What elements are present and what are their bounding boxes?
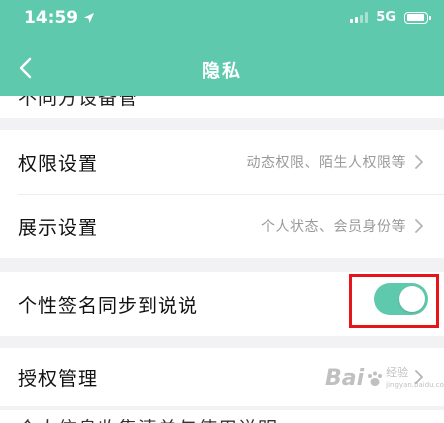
chevron-right-icon xyxy=(415,370,423,384)
nav-header: 14:59 5G 隐私 xyxy=(0,0,444,96)
auth-group: 授权管理 xyxy=(0,348,444,406)
partial-list-item-bottom-label: 个人信息收集清单与使用说明 xyxy=(18,414,278,423)
status-time: 14:59 xyxy=(24,8,79,28)
authorization-management-label: 授权管理 xyxy=(18,367,99,390)
chevron-right-icon xyxy=(415,219,423,233)
toggle-highlight-annotation xyxy=(349,274,439,328)
page-title: 隐私 xyxy=(202,61,242,82)
partial-list-item-top[interactable]: 不同方设备管 xyxy=(0,96,444,118)
permission-settings-value: 动态权限、陌生人权限等 xyxy=(246,155,406,171)
status-indicators: 5G xyxy=(350,10,431,25)
network-label: 5G xyxy=(376,10,396,25)
permission-settings-row[interactable]: 权限设置 动态权限、陌生人权限等 xyxy=(0,130,444,194)
display-settings-value: 个人状态、会员身份等 xyxy=(261,219,406,235)
permissions-group: 权限设置 动态权限、陌生人权限等 展示设置 个人状态、会员身份等 xyxy=(0,130,444,258)
chevron-right-icon xyxy=(415,155,423,169)
battery-icon xyxy=(404,11,431,24)
signal-icon xyxy=(350,12,369,23)
status-time-group: 14:59 xyxy=(24,8,95,28)
partial-list-item-top-label: 不同方设备管 xyxy=(18,96,139,109)
permission-settings-label: 权限设置 xyxy=(18,152,99,175)
signature-sync-label: 个性签名同步到说说 xyxy=(18,294,199,317)
authorization-management-row[interactable]: 授权管理 xyxy=(0,348,444,406)
partial-list-item-bottom[interactable]: 个人信息收集清单与使用说明 xyxy=(0,410,444,423)
display-settings-label: 展示设置 xyxy=(18,216,99,239)
location-arrow-icon xyxy=(84,13,95,23)
display-settings-row[interactable]: 展示设置 个人状态、会员身份等 xyxy=(0,194,444,258)
